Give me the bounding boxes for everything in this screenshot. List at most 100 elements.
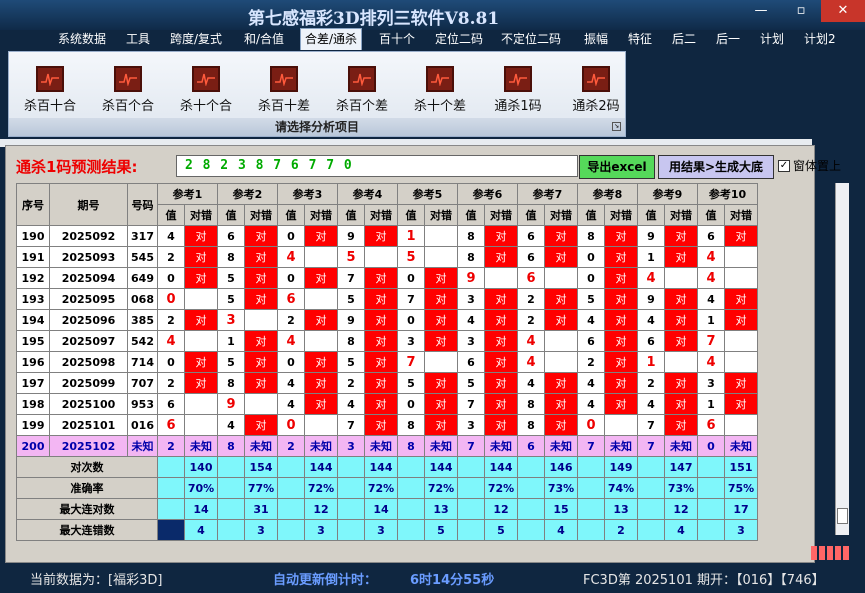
- menu-item[interactable]: 工具: [122, 30, 154, 48]
- cell-result: 对: [484, 372, 518, 394]
- row-number: 707: [127, 372, 158, 394]
- stats-value: 3: [724, 519, 758, 541]
- cell-value: 5: [337, 246, 365, 268]
- table-row[interactable]: 195 2025097 542 4 1 对 4 8 对 3 对 3 对 4 6 对 6 对 7: [16, 330, 758, 352]
- cell-value: 6: [637, 330, 665, 352]
- table-row[interactable]: 198 2025100 953 6 9 4 对 4 对 0 对 7 对 8 对 4 对 4 对 1 对: [16, 393, 758, 415]
- ref-header[interactable]: 参考8: [577, 183, 638, 205]
- menu-item[interactable]: 不定位二码: [497, 30, 565, 48]
- cell-value: 2: [577, 351, 605, 373]
- stats-spacer: [277, 477, 305, 499]
- export-excel-button[interactable]: 导出excel: [579, 155, 655, 179]
- cell-value: 6: [517, 225, 545, 247]
- menu-item[interactable]: 定位二码: [431, 30, 487, 48]
- table-row[interactable]: 200 2025102 未知 2 未知 8 未知 2 未知 3 未知 8 未知 7 未知 6 未知 7 未知 7 未知 0…: [16, 435, 758, 457]
- row-number: 016: [127, 414, 158, 436]
- cell-value: 8: [397, 414, 425, 436]
- ref-header[interactable]: 参考9: [637, 183, 698, 205]
- cell-result: [304, 246, 338, 268]
- menu-item[interactable]: 跨度/复式: [166, 30, 226, 48]
- generate-base-button[interactable]: 用结果>生成大底: [658, 155, 774, 179]
- table-row[interactable]: 191 2025093 545 2 对 8 对 4 5 5 8 对 6 对 0 对 1 对 4: [16, 246, 758, 268]
- indicator-bar: [819, 546, 825, 560]
- cell-value: 1: [697, 393, 725, 415]
- ref-header[interactable]: 参考3: [277, 183, 338, 205]
- column-header[interactable]: 序号: [16, 183, 50, 226]
- stats-value: 72%: [484, 477, 518, 499]
- stats-spacer: [697, 477, 725, 499]
- ref-header[interactable]: 参考7: [517, 183, 578, 205]
- stats-spacer: [517, 456, 545, 478]
- stats-value: 140: [184, 456, 218, 478]
- ref-header[interactable]: 参考10: [697, 183, 758, 205]
- cell-result: [724, 246, 758, 268]
- table-row[interactable]: 193 2025095 068 0 5 对 6 5 对 7 对 3 对 2 对 5 对 9 对 4 对: [16, 288, 758, 310]
- current-data-status: 当前数据为：[福彩3D]: [30, 573, 163, 588]
- menu-item[interactable]: 计划2: [800, 30, 840, 48]
- menu-item[interactable]: 和/合值: [240, 30, 288, 48]
- cell-result: 对: [184, 372, 218, 394]
- cell-result: 对: [724, 225, 758, 247]
- ribbon-button[interactable]: 通杀2码: [561, 66, 631, 114]
- table-header-row: 序号 期号 号码 参考1 参考2 参考3 参考4 参考5 参考6 参考7 参考8 参考9 参考10: [16, 183, 758, 226]
- dialog-launcher-icon[interactable]: ↘: [612, 122, 621, 131]
- cell-result: 对: [484, 246, 518, 268]
- menu-item[interactable]: 系统数据: [54, 30, 110, 48]
- restore-button[interactable]: ▫: [781, 0, 821, 22]
- ribbon-button[interactable]: 杀百个合: [93, 66, 163, 114]
- menu-item[interactable]: 计划: [756, 30, 788, 48]
- row-seq: 197: [16, 372, 50, 394]
- ref-header[interactable]: 参考2: [217, 183, 278, 205]
- ref-header[interactable]: 参考6: [457, 183, 518, 205]
- checkbox-icon[interactable]: ✓: [778, 159, 790, 172]
- table-row[interactable]: 192 2025094 649 0 对 5 对 0 对 7 对 0 对 9 6 0 对 4 4: [16, 267, 758, 289]
- ribbon-button[interactable]: 杀百个差: [327, 66, 397, 114]
- cell-value: 0: [277, 414, 305, 436]
- ref-header[interactable]: 参考4: [337, 183, 398, 205]
- table-row[interactable]: 194 2025096 385 2 对 3 2 对 9 对 0 对 4 对 2 对 4 对 4 对 1 对: [16, 309, 758, 331]
- table-row[interactable]: 190 2025092 317 4 对 6 对 0 对 9 对 1 8 对 6 对 8 对 9 对 6 对: [16, 225, 758, 247]
- ribbon-button[interactable]: 杀百十差: [249, 66, 319, 114]
- row-period: 2025095: [49, 288, 128, 310]
- cell-result: 未知: [604, 435, 638, 457]
- ribbon-button[interactable]: 杀十个差: [405, 66, 475, 114]
- ribbon-button[interactable]: 杀百十合: [15, 66, 85, 114]
- table-row[interactable]: 197 2025099 707 2 对 8 对 4 对 2 对 5 对 5 对 4 对 4 对 2 对 3 对: [16, 372, 758, 394]
- stats-label: 最大连对数: [16, 498, 158, 520]
- scrollbar-thumb[interactable]: [837, 508, 848, 524]
- topmost-checkbox[interactable]: ✓ 窗体置上: [778, 157, 841, 174]
- cell-result: 未知: [244, 435, 278, 457]
- ribbon-button[interactable]: 通杀1码: [483, 66, 553, 114]
- menu-item[interactable]: 后一: [712, 30, 744, 48]
- menu-item[interactable]: 后二: [668, 30, 700, 48]
- row-period: 2025100: [49, 393, 128, 415]
- indicator-bar: [843, 546, 849, 560]
- menu-item[interactable]: 合差/通杀: [300, 28, 363, 50]
- cell-value: 6: [517, 267, 545, 289]
- column-header[interactable]: 号码: [127, 183, 158, 226]
- minimize-button[interactable]: —: [741, 0, 781, 22]
- stats-spacer: [157, 456, 185, 478]
- prediction-output[interactable]: 2 8 2 3 8 7 6 7 7 0: [176, 155, 578, 177]
- vertical-scrollbar[interactable]: [835, 183, 849, 535]
- stats-value: 72%: [304, 477, 338, 499]
- menu-item[interactable]: 百十个: [375, 30, 419, 48]
- menu-item[interactable]: 特征: [624, 30, 656, 48]
- cell-value: 7: [577, 435, 605, 457]
- ribbon-button[interactable]: 杀十个合: [171, 66, 241, 114]
- cell-result: 对: [604, 309, 638, 331]
- table-row[interactable]: 196 2025098 714 0 对 5 对 0 对 5 对 7 6 对 4 2 对 1 4: [16, 351, 758, 373]
- ref-header[interactable]: 参考5: [397, 183, 458, 205]
- row-number: 542: [127, 330, 158, 352]
- column-header[interactable]: 期号: [49, 183, 128, 226]
- row-number: 385: [127, 309, 158, 331]
- menu-item[interactable]: 振幅: [580, 30, 612, 48]
- table-row[interactable]: 199 2025101 016 6 4 对 0 7 对 8 对 3 对 8 对 0 7 对 6: [16, 414, 758, 436]
- ref-header[interactable]: 参考1: [157, 183, 218, 205]
- cell-value: 6: [697, 225, 725, 247]
- cell-value: 7: [457, 393, 485, 415]
- cell-value: 6: [517, 435, 545, 457]
- close-button[interactable]: ✕: [821, 0, 865, 22]
- cell-result: 对: [544, 225, 578, 247]
- row-number: 953: [127, 393, 158, 415]
